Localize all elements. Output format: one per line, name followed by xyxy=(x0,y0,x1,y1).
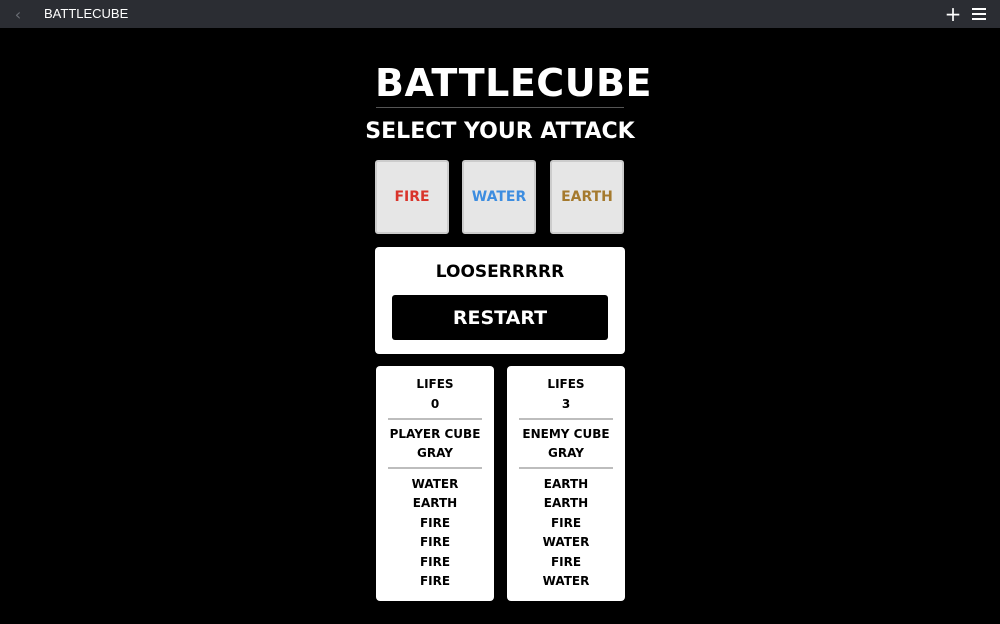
enemy-history-item: EARTH xyxy=(543,496,589,510)
page-subtitle: SELECT YOUR ATTACK xyxy=(365,119,635,144)
page-title: BATTLECUBE xyxy=(375,61,652,105)
enemy-history-item: FIRE xyxy=(550,555,582,569)
window-title: BATTLECUBE xyxy=(44,6,129,21)
player-history-item: WATER xyxy=(411,477,459,491)
enemy-history-item: WATER xyxy=(542,574,590,588)
enemy-lifes-label: LIFES xyxy=(547,377,585,391)
enemy-history-item: EARTH xyxy=(543,477,589,491)
earth-attack-button[interactable]: EARTH xyxy=(550,160,624,234)
player-history-item: FIRE xyxy=(419,535,451,549)
earth-attack-label: EARTH xyxy=(561,189,613,205)
fire-attack-button[interactable]: FIRE xyxy=(375,160,449,234)
enemy-history-item: WATER xyxy=(542,535,590,549)
hamburger-menu-icon xyxy=(972,8,986,20)
result-message: LOOSERRRRR xyxy=(435,262,565,282)
water-attack-label: WATER xyxy=(471,189,527,205)
title-divider xyxy=(376,107,624,108)
player-history-item: FIRE xyxy=(419,516,451,530)
water-attack-button[interactable]: WATER xyxy=(462,160,536,234)
player-cube-color: GRAY xyxy=(417,446,453,460)
player-history-item: EARTH xyxy=(412,496,458,510)
title-bar: ‹ BATTLECUBE + xyxy=(0,0,1000,28)
divider xyxy=(519,418,613,420)
restart-label: RESTART xyxy=(452,306,548,329)
add-button[interactable]: + xyxy=(944,3,962,25)
divider xyxy=(388,467,482,469)
enemy-history-item: FIRE xyxy=(550,516,582,530)
player-cube-card: LIFES 0 PLAYER CUBE GRAY WATER EARTH FIR… xyxy=(376,366,494,601)
player-cube-name: PLAYER CUBE xyxy=(389,427,481,441)
player-history-item: FIRE xyxy=(419,574,451,588)
chevron-left-icon: ‹ xyxy=(14,4,22,24)
restart-button[interactable]: RESTART xyxy=(392,295,608,340)
enemy-cube-name: ENEMY CUBE xyxy=(522,427,610,441)
divider xyxy=(519,467,613,469)
enemy-cube-color: GRAY xyxy=(548,446,584,460)
player-lifes-label: LIFES xyxy=(416,377,454,391)
enemy-lifes-value: 3 xyxy=(561,397,571,411)
back-button[interactable]: ‹ xyxy=(10,4,26,24)
player-history-item: FIRE xyxy=(419,555,451,569)
menu-button[interactable] xyxy=(972,8,986,20)
divider xyxy=(388,418,482,420)
result-card: LOOSERRRRR RESTART xyxy=(375,247,625,354)
fire-attack-label: FIRE xyxy=(394,189,430,205)
plus-icon: + xyxy=(944,2,962,26)
enemy-cube-card: LIFES 3 ENEMY CUBE GRAY EARTH EARTH FIRE… xyxy=(507,366,625,601)
player-lifes-value: 0 xyxy=(430,397,440,411)
